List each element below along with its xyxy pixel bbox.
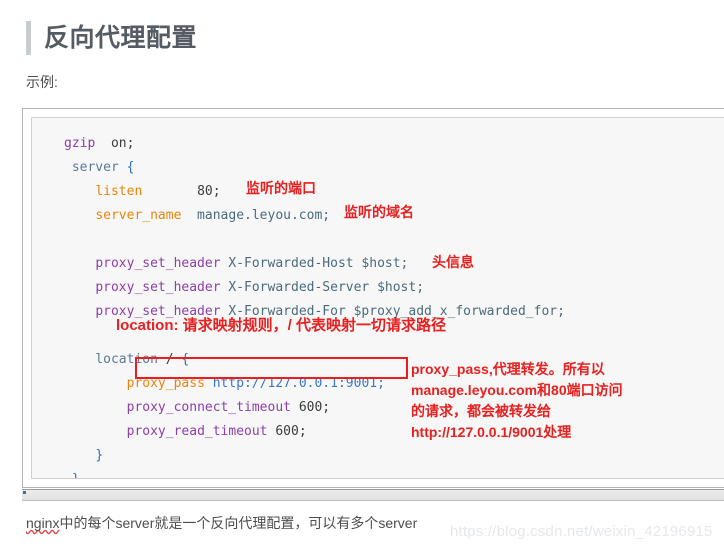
code-token: location [95,352,158,367]
code-token: { [181,352,190,367]
page-title: 反向代理配置 [44,24,198,52]
annotation-listen-port: 监听的端口 [246,180,316,196]
annotation-server-name: 监听的域名 [344,204,414,220]
misspelled-word-nginx: nginx [26,515,60,531]
code-token: server_name [95,208,182,223]
code-token: proxy_connect_timeout [126,400,291,415]
annotation-location: location: 请求映射规则，/ 代表映射一切请求路径 [116,317,447,334]
code-line: } [64,468,565,478]
code-horizontal-scrollbar[interactable] [22,489,724,501]
code-token: / [157,352,182,367]
code-line: server { [64,156,565,180]
annotation-line: manage.leyou.com和80端口访问 [411,382,623,398]
code-token: } [95,448,104,463]
code-token: { [126,160,135,175]
annotation-line: 的请求，都会被转发给 [411,403,551,419]
code-token: proxy_set_header [95,280,221,295]
annotation-line: proxy_pass,代理转发。所有以 [411,361,605,377]
code-token: X-Forwarded-Server $host; [220,280,425,295]
code-token: } [72,472,80,478]
code-line: server_name manage.leyou.com; [64,204,565,228]
page-heading: 反向代理配置 [26,18,197,58]
code-token: proxy_read_timeout [126,424,268,439]
code-token: manage.leyou.com; [181,208,331,223]
bottom-paragraph: nginx中的每个server就是一个反向代理配置，可以有多个server [26,513,417,533]
annotation-headers: 头信息 [432,254,474,270]
code-token: proxy_set_header [95,256,221,271]
code-token: 80; [142,184,221,199]
annotation-line: http://127.0.0.1/9001处理 [411,424,572,440]
watermark: https://blog.csdn.net/weixin_42196915 [450,523,713,540]
code-line: proxy_set_header X-Forwarded-Host $host; [64,252,565,276]
code-token: proxy_pass [126,376,205,391]
code-token: listen [95,184,143,199]
code-token: X-Forwarded-Host $host; [220,256,409,271]
code-token: on; [95,136,135,151]
code-token: http://127.0.0.1:9001; [212,376,385,391]
code-line: gzip on; [64,132,565,156]
code-token: 600; [267,424,307,439]
code-token: server [64,160,119,175]
example-label: 示例: [26,74,58,90]
heading-accent-bar [26,21,31,55]
code-token: 600; [291,400,331,415]
code-token: gzip [64,136,96,151]
code-line: proxy_set_header X-Forwarded-Server $hos… [64,276,565,300]
code-line: } [64,444,565,468]
bottom-paragraph-rest: 中的每个server就是一个反向代理配置，可以有多个server [59,515,418,531]
scrollbar-thumb[interactable] [23,491,26,494]
annotation-proxy-pass: proxy_pass,代理转发。所有以 manage.leyou.com和80端口… [411,359,623,443]
